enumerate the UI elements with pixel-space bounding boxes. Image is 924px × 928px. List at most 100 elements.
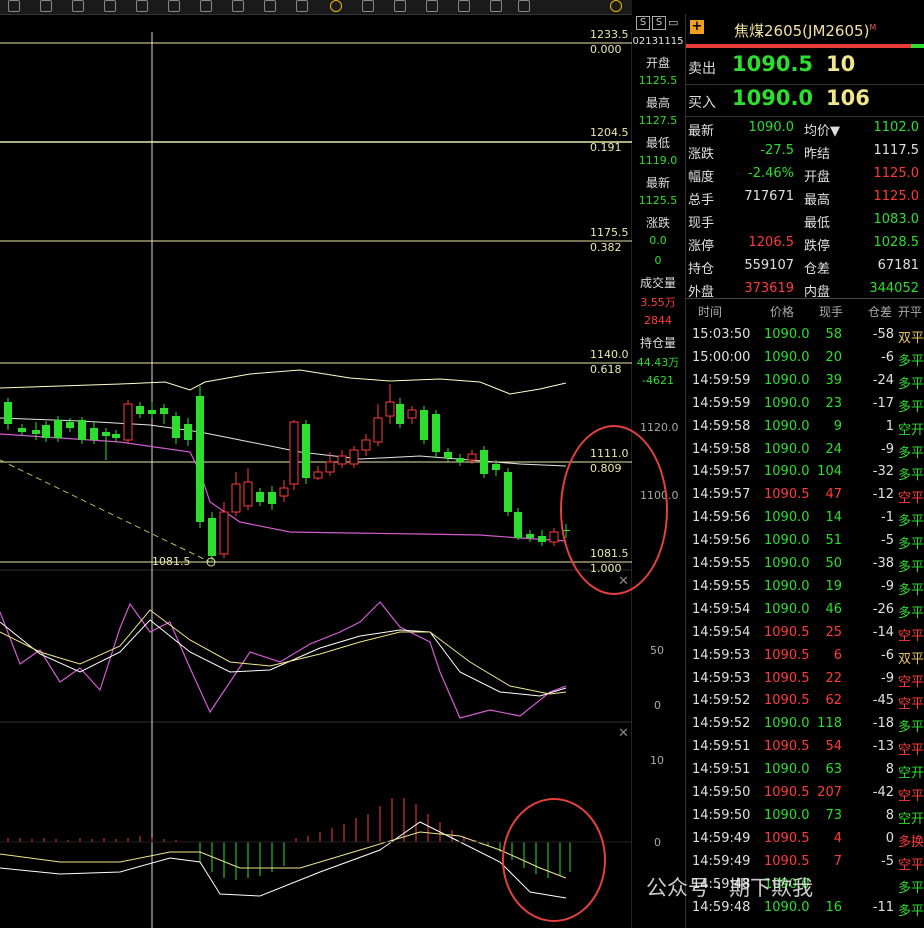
stat-value: 1090.0 <box>748 120 795 135</box>
candle-body <box>549 531 559 543</box>
tick-time: 14:59:57 <box>692 487 751 503</box>
tick-row[interactable]: 14:59:54 1090.0 46 -26 多平 <box>686 599 924 622</box>
tick-row[interactable]: 14:59:58 1090.0 24 -9 多平 <box>686 439 924 462</box>
tick-type: 多平 <box>898 468 924 484</box>
tick-time: 14:59:51 <box>692 739 751 755</box>
draw-tool-icon[interactable] <box>200 0 212 12</box>
tick-qty: 104 <box>817 464 842 480</box>
ask-label: 卖出 <box>688 61 716 77</box>
tick-row[interactable]: 14:59:59 1090.0 39 -24 多平 <box>686 370 924 393</box>
draw-tool-icon[interactable] <box>168 0 180 12</box>
tick-oi-change: -12 <box>872 487 894 503</box>
tick-price: 1090.0 <box>764 578 810 594</box>
tick-row[interactable]: 14:59:57 1090.0 104 -32 多平 <box>686 461 924 484</box>
tick-oi-change: -9 <box>881 670 894 686</box>
tick-row[interactable]: 14:59:58 1090.0 9 1 空开 <box>686 416 924 439</box>
close-pane-icon[interactable]: ✕ <box>618 726 629 741</box>
window-icon[interactable]: ▭ <box>668 16 680 29</box>
tick-row[interactable]: 14:59:55 1090.0 19 -9 多平 <box>686 576 924 599</box>
stat-label: 最高 <box>804 193 831 208</box>
highlight-circle <box>560 425 668 595</box>
tick-row[interactable]: 14:59:59 1090.0 23 -17 多平 <box>686 393 924 416</box>
draw-tool-icon[interactable] <box>296 0 308 12</box>
draw-tool-icon[interactable] <box>362 0 374 12</box>
stat-value: 1125.0 <box>873 166 920 181</box>
s-button[interactable]: S <box>652 16 666 30</box>
macd-axis-label: 0 <box>654 836 661 849</box>
draw-tool-icon[interactable] <box>72 0 84 12</box>
draw-tool-icon[interactable] <box>232 0 244 12</box>
tick-row[interactable]: 14:59:57 1090.5 47 -12 空平 <box>686 484 924 507</box>
add-icon[interactable]: + <box>690 20 704 34</box>
tick-type: 多平 <box>898 605 924 621</box>
tick-row[interactable]: 14:59:55 1090.0 50 -38 多平 <box>686 553 924 576</box>
candle-body <box>480 450 488 474</box>
draw-tool-icon[interactable] <box>40 0 52 12</box>
tick-time: 15:00:00 <box>692 349 751 365</box>
tick-oi-change: 8 <box>885 807 894 823</box>
candle-body <box>54 420 62 438</box>
tick-row[interactable]: 14:59:51 1090.5 54 -13 空平 <box>686 736 924 759</box>
stat-label: 昨结 <box>804 147 831 162</box>
candle-body <box>313 471 323 479</box>
candle-body <box>420 410 428 440</box>
tick-header-qty: 现手 <box>819 305 844 319</box>
ask-bid-ratio-bar <box>686 44 911 48</box>
candle-body <box>136 406 144 414</box>
kline-chart-area[interactable]: 1233.5 0.000 1204.5 0.191 1175.5 0.382 1… <box>0 28 679 928</box>
stat-label: 仓差 <box>804 262 831 277</box>
tick-qty: 19 <box>825 578 842 594</box>
draw-tool-icon[interactable] <box>518 0 530 12</box>
tick-row[interactable]: 14:59:56 1090.0 51 -5 多平 <box>686 530 924 553</box>
contract-title-text: 焦煤2605(JM2605) <box>734 22 870 40</box>
tick-row[interactable]: 14:59:49 1090.5 4 0 多换 <box>686 828 924 851</box>
draw-tool-icon[interactable] <box>136 0 148 12</box>
stat-value: 1117.5 <box>873 143 920 158</box>
smile-icon[interactable] <box>330 0 342 12</box>
tick-row[interactable]: 15:03:50 1090.0 58 -58 双平 <box>686 324 924 347</box>
s-button[interactable]: S <box>636 16 650 30</box>
tick-type: 多平 <box>898 537 924 553</box>
tick-oi-change: 1 <box>885 418 894 434</box>
draw-tool-icon[interactable] <box>426 0 438 12</box>
tick-row[interactable]: 14:59:52 1090.0 118 -18 多平 <box>686 713 924 736</box>
stat-value: 1102.0 <box>873 120 920 135</box>
tick-row[interactable]: 14:59:50 1090.0 73 8 空开 <box>686 805 924 828</box>
tick-qty: 73 <box>825 807 842 823</box>
draw-tool-icon[interactable] <box>458 0 470 12</box>
tick-oi-change: -42 <box>872 785 894 800</box>
tick-qty: 6 <box>833 647 842 663</box>
tick-price: 1090.0 <box>764 807 810 823</box>
stat-value: 344052 <box>869 281 919 296</box>
fib-ratio-label: 0.618 <box>590 363 622 376</box>
contract-title: 焦煤2605(JM2605)M <box>734 20 876 41</box>
tick-header-price: 价格 <box>770 305 795 319</box>
tick-oi-change: -24 <box>872 372 894 388</box>
tick-time: 14:59:50 <box>692 807 751 823</box>
candle-body <box>172 416 180 438</box>
tick-row[interactable]: 15:00:00 1090.0 20 -6 多平 <box>686 347 924 370</box>
draw-tool-icon[interactable] <box>264 0 276 12</box>
tick-row[interactable]: 14:59:56 1090.0 14 -1 多平 <box>686 507 924 530</box>
tick-row[interactable]: 14:59:53 1090.5 22 -9 空平 <box>686 668 924 691</box>
tick-type: 空平 <box>898 628 924 644</box>
tick-row[interactable]: 14:59:53 1090.5 6 -6 双平 <box>686 645 924 668</box>
tick-row[interactable]: 14:59:51 1090.0 63 8 空开 <box>686 759 924 782</box>
tick-row[interactable]: 14:59:49 1090.5 7 -5 空平 <box>686 851 924 874</box>
draw-tool-icon[interactable] <box>8 0 20 12</box>
tick-oi-change: -13 <box>872 739 894 755</box>
open-interest-label: 持仓量 <box>639 336 676 350</box>
refresh-icon[interactable] <box>610 0 622 12</box>
crosshair-info-panel: 02131115 开盘 1125.5 最高 1127.5 最低 1119.0 最… <box>632 32 684 432</box>
stat-value: 559107 <box>744 258 794 273</box>
candle-body <box>32 430 40 434</box>
draw-tool-icon[interactable] <box>490 0 502 12</box>
candle-body <box>396 404 404 424</box>
tick-row[interactable]: 14:59:52 1090.5 62 -45 空平 <box>686 690 924 713</box>
tick-row[interactable]: 14:59:54 1090.5 25 -14 空平 <box>686 622 924 645</box>
draw-tool-icon[interactable] <box>394 0 406 12</box>
tick-row[interactable]: 14:59:50 1090.5 207 -42 空平 <box>686 782 924 805</box>
candle-body <box>219 511 229 555</box>
draw-tool-icon[interactable] <box>104 0 116 12</box>
tick-price: 1090.5 <box>764 670 810 686</box>
